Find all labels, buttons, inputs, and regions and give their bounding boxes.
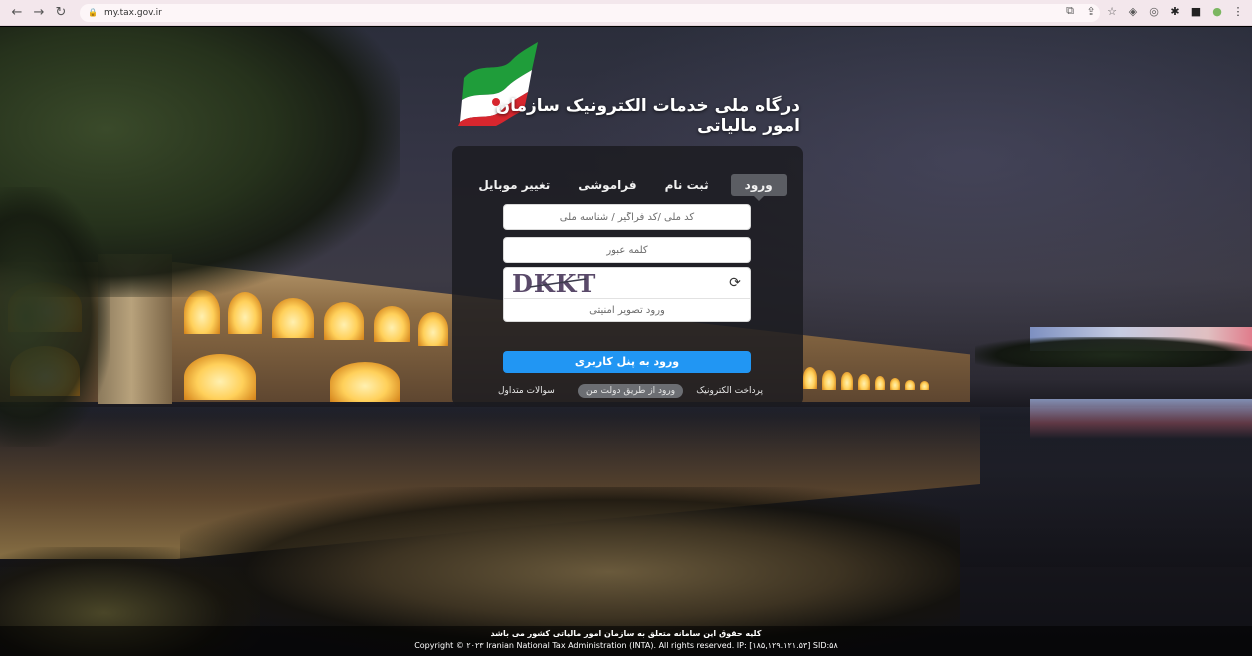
login-panel: ورود ثبت نام فراموشی تغییر موبایل DKKT ⟳… bbox=[452, 146, 803, 406]
captcha-image: DKKT bbox=[512, 270, 595, 297]
city-reflection bbox=[1030, 399, 1252, 439]
copyright-text: Copyright © ۲۰۲۳ Iranian National Tax Ad… bbox=[414, 641, 838, 650]
browser-menu-icon[interactable]: ⋮ bbox=[1232, 4, 1244, 18]
tree-foliage bbox=[0, 187, 110, 447]
captcha-input[interactable] bbox=[504, 298, 750, 321]
bridge-arch bbox=[418, 312, 448, 346]
page-footer: کلیه حقوق این سامانه متعلق به سازمان امو… bbox=[0, 626, 1252, 656]
portal-title: درگاه ملی خدمات الکترونیک سازمان امور ما… bbox=[495, 96, 800, 136]
bridge-arch bbox=[184, 354, 256, 400]
bridge-arch bbox=[920, 381, 929, 390]
forward-icon[interactable]: → bbox=[30, 4, 48, 22]
browser-extension-icons: ⧉ ⇪ ☆ ◈ ◎ ✱ ■ ● ⋮ bbox=[1064, 4, 1244, 18]
username-field[interactable] bbox=[503, 204, 751, 230]
extension-icon[interactable]: ◎ bbox=[1148, 4, 1160, 18]
address-bar[interactable]: 🔒 my.tax.gov.ir bbox=[80, 3, 1100, 22]
bridge-arch bbox=[875, 376, 885, 390]
url-text: my.tax.gov.ir bbox=[103, 7, 162, 18]
login-tabs: ورود ثبت نام فراموشی تغییر موبایل bbox=[452, 174, 803, 201]
profile-avatar-icon[interactable]: ● bbox=[1211, 4, 1223, 18]
bridge-arch bbox=[228, 292, 262, 334]
puzzle-extensions-icon[interactable]: ✱ bbox=[1169, 4, 1181, 18]
captcha-box: DKKT ⟳ bbox=[503, 267, 751, 322]
bookmark-star-icon[interactable]: ☆ bbox=[1106, 4, 1118, 18]
distant-trees bbox=[975, 337, 1252, 367]
shield-extension-icon[interactable]: ◈ bbox=[1127, 4, 1139, 18]
tab-register[interactable]: ثبت نام bbox=[659, 174, 715, 196]
payment-link[interactable]: پرداخت الکترونیک bbox=[696, 386, 763, 396]
password-field[interactable] bbox=[503, 237, 751, 263]
tab-change-mobile[interactable]: تغییر موبایل bbox=[472, 174, 556, 196]
tab-forgot[interactable]: فراموشی bbox=[572, 174, 642, 196]
bridge-arch bbox=[272, 298, 314, 338]
bridge-arch bbox=[858, 374, 870, 390]
bridge-arch bbox=[330, 362, 400, 402]
bridge-arch bbox=[841, 372, 853, 390]
bridge-arch bbox=[324, 302, 364, 340]
faq-link[interactable]: سوالات متداول bbox=[498, 386, 555, 396]
bridge-arch bbox=[905, 380, 915, 390]
refresh-captcha-icon[interactable]: ⟳ bbox=[726, 274, 744, 292]
share-icon[interactable]: ⇪ bbox=[1085, 4, 1097, 18]
rights-text: کلیه حقوق این سامانه متعلق به سازمان امو… bbox=[490, 629, 762, 638]
reload-icon[interactable]: ↻ bbox=[52, 4, 70, 22]
lock-icon: 🔒 bbox=[88, 8, 98, 17]
login-submit-button[interactable]: ورود به پنل کاربری bbox=[503, 351, 751, 373]
tab-login[interactable]: ورود bbox=[730, 174, 787, 201]
bridge-arch bbox=[822, 370, 836, 390]
bridge-arch bbox=[374, 306, 410, 342]
back-icon[interactable]: ← bbox=[8, 4, 26, 22]
side-panel-icon[interactable]: ■ bbox=[1190, 4, 1202, 18]
gov-login-button[interactable]: ورود از طریق دولت من bbox=[578, 384, 684, 398]
translate-icon[interactable]: ⧉ bbox=[1064, 4, 1076, 18]
panel-links: پرداخت الکترونیک ورود از طریق دولت من سو… bbox=[452, 384, 803, 402]
bridge-arch bbox=[803, 367, 817, 389]
browser-toolbar: ← → ↻ 🔒 my.tax.gov.ir ⧉ ⇪ ☆ ◈ ◎ ✱ ■ ● ⋮ bbox=[0, 0, 1252, 26]
bridge-arch bbox=[890, 378, 900, 390]
